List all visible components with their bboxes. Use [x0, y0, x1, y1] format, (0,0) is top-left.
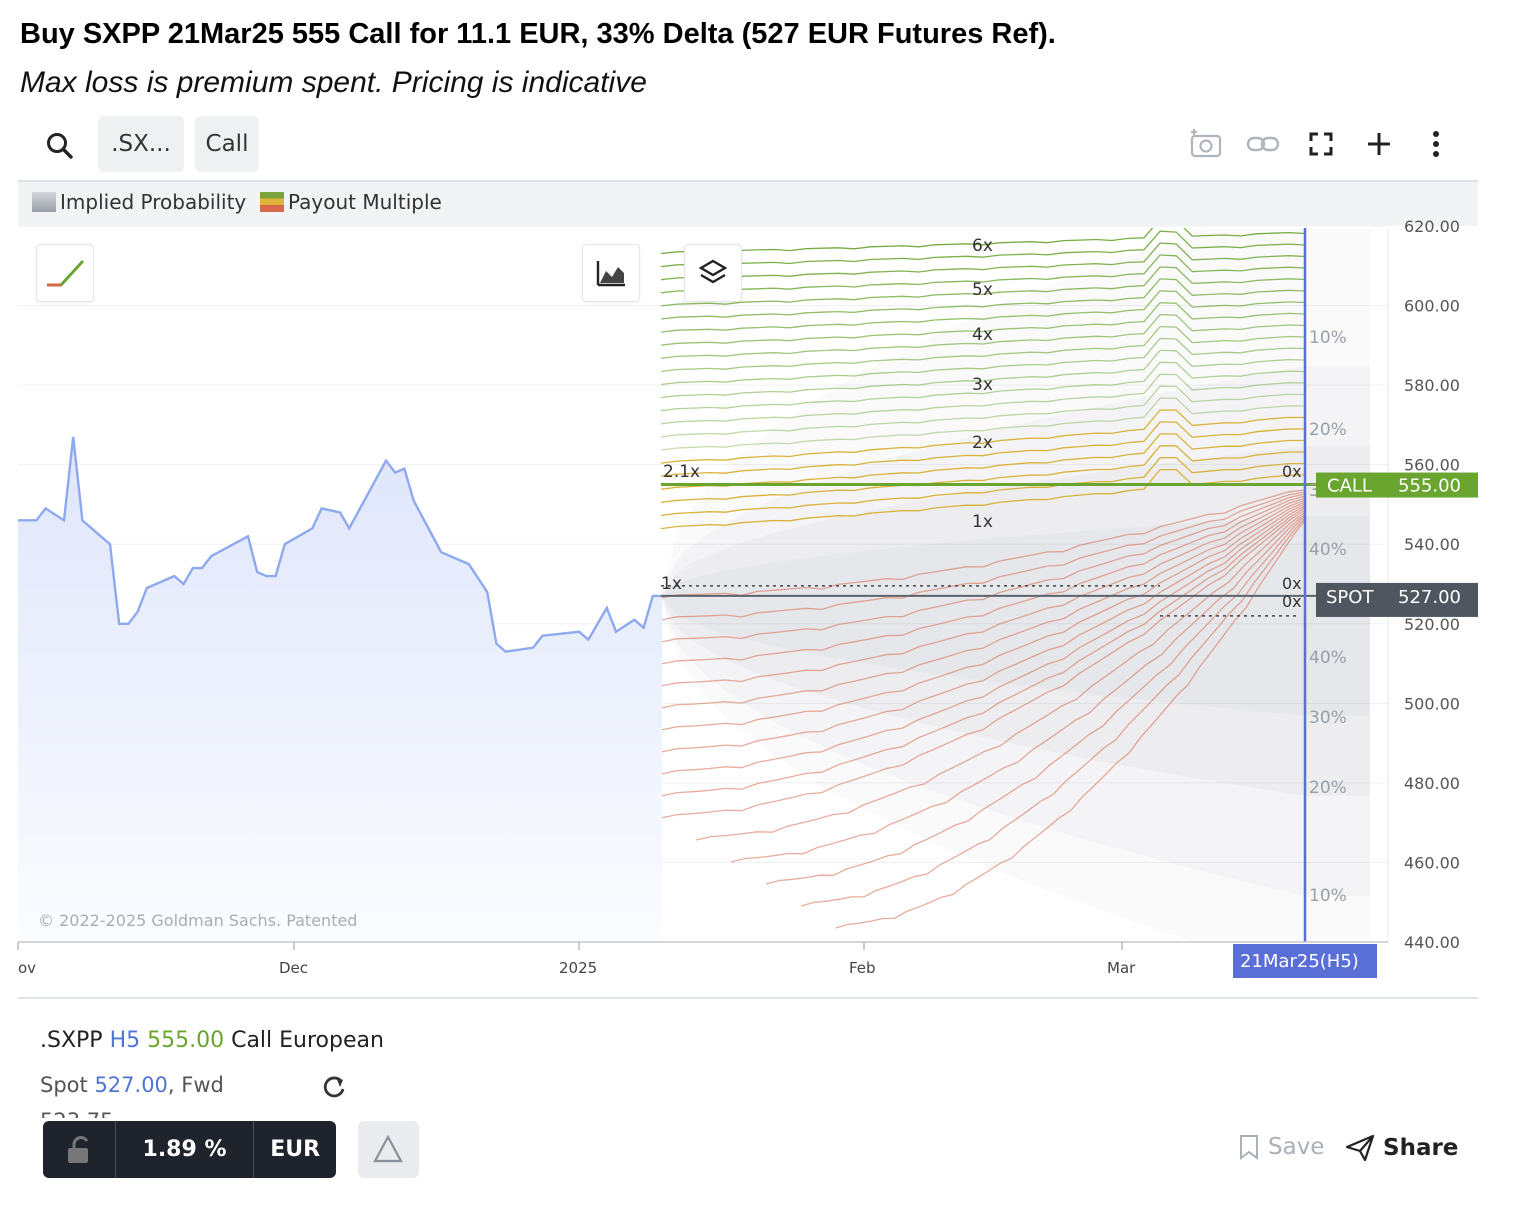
alert-button[interactable] [358, 1121, 419, 1178]
send-icon [1345, 1134, 1375, 1162]
vol-value[interactable]: 1.89 % [116, 1121, 255, 1178]
instrument-style: Call European [231, 1028, 384, 1053]
y-tick-label: 600.00 [1404, 297, 1460, 316]
area-chart-icon [596, 261, 625, 287]
save-button[interactable]: Save [1238, 1134, 1324, 1160]
y-tick-label: 520.00 [1404, 615, 1460, 634]
payout-multiple-label: 6x [972, 236, 993, 256]
probability-label-upper: 10% [1309, 328, 1347, 348]
x-tick-label: ov [18, 959, 36, 977]
payout-multiple-label: 4x [972, 325, 993, 345]
share-label: Share [1383, 1135, 1459, 1161]
payoff-diagram-icon [47, 259, 85, 287]
x-tick-label: 2025 [559, 959, 597, 977]
strike-tag-value: 555.00 [1398, 476, 1461, 497]
y-tick-label: 580.00 [1404, 376, 1460, 395]
payout-multiple-label: 2x [972, 433, 993, 453]
strike-tag-label: CALL [1327, 476, 1372, 497]
bookmark-icon [1240, 1135, 1258, 1160]
probability-label-upper: 40% [1309, 540, 1347, 560]
copyright-watermark: © 2022-2025 Goldman Sachs. Patented [38, 911, 357, 930]
y-tick-label: 500.00 [1404, 694, 1460, 713]
y-tick-label: 620.00 [1404, 217, 1460, 236]
probability-label-lower: 20% [1309, 778, 1347, 798]
instrument-ticker: .SXPP [40, 1028, 103, 1053]
share-button[interactable]: Share [1345, 1134, 1458, 1162]
zero-payout-label: 0x [1282, 462, 1302, 481]
probability-label-upper: 20% [1309, 420, 1347, 440]
y-tick-label: 540.00 [1404, 535, 1460, 554]
probability-label-lower: 30% [1309, 708, 1347, 728]
layers-icon [698, 259, 728, 284]
spot-fwd-line: Spot 527.00, Fwd [40, 1073, 224, 1097]
lock-button[interactable] [43, 1121, 116, 1178]
spot-tag-value: 527.00 [1398, 587, 1461, 608]
probability-label-lower: 40% [1309, 648, 1347, 668]
instrument-description: .SXPP H5 555.00 Call European [40, 1028, 384, 1053]
fwd-value: 523.75 [40, 1106, 120, 1118]
probability-label-lower: 10% [1309, 886, 1347, 906]
spot-label: Spot [40, 1073, 88, 1097]
instrument-strike[interactable]: 555.00 [147, 1028, 224, 1053]
footer-divider [18, 997, 1478, 999]
zero-payout-label: 0x [1282, 592, 1302, 611]
spot-tag-label: SPOT [1326, 587, 1374, 608]
payout-multiple-label: 1x [972, 512, 993, 532]
expiry-tag-label: 21Mar25(H5) [1240, 951, 1359, 972]
zero-payout-label: 0x [1282, 574, 1302, 593]
y-tick-label: 560.00 [1404, 456, 1460, 475]
chart-type-button[interactable] [582, 244, 640, 302]
currency-selector[interactable]: EUR [254, 1121, 336, 1178]
instrument-contract[interactable]: H5 [110, 1028, 141, 1053]
spot-multiple-label: 1x [661, 574, 682, 594]
payout-multiple-label: 5x [972, 280, 993, 300]
fwd-label: , Fwd [167, 1073, 224, 1097]
payout-multiple-label: 3x [972, 375, 993, 395]
layers-button[interactable] [684, 244, 742, 302]
x-tick-label: Feb [849, 959, 876, 977]
x-tick-label: Dec [279, 959, 308, 977]
y-tick-label: 440.00 [1404, 933, 1460, 952]
x-tick-label: Mar [1107, 959, 1136, 977]
y-tick-label: 480.00 [1404, 774, 1460, 793]
triangle-alert-icon [373, 1134, 403, 1163]
spot-value[interactable]: 527.00 [94, 1073, 167, 1097]
refresh-icon[interactable] [320, 1073, 348, 1101]
strike-multiple-label: 2.1x [663, 462, 700, 482]
strategy-toggle-button[interactable] [36, 244, 94, 302]
y-tick-label: 460.00 [1404, 853, 1460, 872]
lock-icon [67, 1135, 89, 1163]
payout-chart: 6x5x4x3x2x1x2.1x1x10%20%30%40%40%30%20%1… [17, 217, 1478, 978]
save-label: Save [1268, 1134, 1325, 1160]
pricing-control-bar: 1.89 % EUR [43, 1121, 336, 1178]
